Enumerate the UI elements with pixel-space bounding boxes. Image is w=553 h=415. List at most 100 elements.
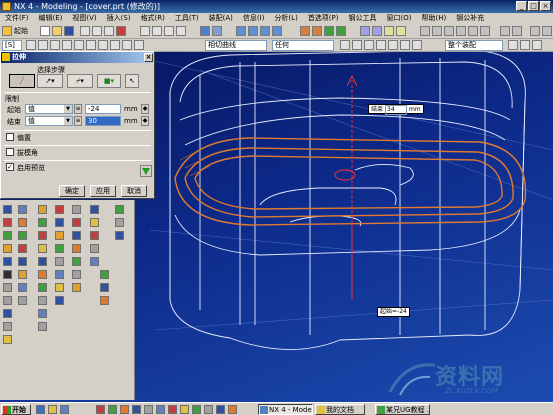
- snap-face-icon[interactable]: [122, 40, 132, 50]
- save-icon[interactable]: [64, 26, 74, 36]
- ok-button[interactable]: 确定: [59, 185, 85, 197]
- filter-j-icon[interactable]: [532, 40, 542, 50]
- palette-icon-22[interactable]: [38, 231, 47, 240]
- menu-mold-tools[interactable]: 钢公工具: [344, 13, 382, 24]
- palette-icon-30[interactable]: [55, 205, 64, 214]
- palette-icon-37[interactable]: [55, 296, 64, 305]
- end-callout-value[interactable]: 34: [385, 105, 408, 115]
- tool-a-icon[interactable]: [420, 26, 430, 36]
- palette-icon-26[interactable]: [38, 283, 47, 292]
- menu-insert[interactable]: 插入(S): [102, 13, 136, 24]
- start-option-select[interactable]: 值 ▼: [25, 104, 73, 114]
- palette-icon-31[interactable]: [55, 218, 64, 227]
- end-option-select[interactable]: 值 ▼: [25, 116, 73, 126]
- quicklaunch-f-icon[interactable]: [156, 405, 165, 414]
- start-icon[interactable]: [2, 26, 12, 36]
- menu-view[interactable]: 视图(V): [67, 13, 101, 24]
- snap-point-icon[interactable]: [38, 40, 48, 50]
- tool-i-icon[interactable]: [530, 26, 540, 36]
- snap-mid-icon[interactable]: [62, 40, 72, 50]
- palette-icon-18[interactable]: [18, 283, 27, 292]
- snap-mode-select[interactable]: 任何: [272, 40, 334, 51]
- rotate-icon[interactable]: [176, 26, 186, 36]
- menu-mold-extras[interactable]: 钢公补充: [451, 13, 489, 24]
- quicklaunch-i-icon[interactable]: [192, 405, 201, 414]
- menu-window[interactable]: 窗口(O): [382, 13, 417, 24]
- zoom-icon[interactable]: [152, 26, 162, 36]
- palette-icon-8[interactable]: [3, 296, 12, 305]
- quicklaunch-d-icon[interactable]: [132, 405, 141, 414]
- tool-h-icon[interactable]: [512, 26, 522, 36]
- blend-icon[interactable]: [324, 26, 334, 36]
- quicklaunch-a-icon[interactable]: [96, 405, 105, 414]
- layer-icon[interactable]: [360, 26, 370, 36]
- menu-assemblies[interactable]: 装配(A): [204, 13, 238, 24]
- draft-checkbox[interactable]: [6, 148, 14, 156]
- quicklaunch-e-icon[interactable]: [144, 405, 153, 414]
- palette-icon-42[interactable]: [72, 257, 81, 266]
- palette-icon-49[interactable]: [90, 257, 99, 266]
- offset-checkbox[interactable]: [6, 133, 14, 141]
- analysis-icon[interactable]: [384, 26, 394, 36]
- tool-j-icon[interactable]: [542, 26, 552, 36]
- end-menu-button[interactable]: ≡: [74, 116, 82, 126]
- close-button[interactable]: ×: [540, 1, 551, 11]
- tool-f-icon[interactable]: [480, 26, 490, 36]
- step-section-button[interactable]: ╱: [9, 74, 35, 88]
- end-value-field[interactable]: 30: [85, 116, 121, 126]
- palette-icon-32[interactable]: [55, 231, 64, 240]
- palette-icon-55[interactable]: [115, 231, 124, 240]
- start-button[interactable]: 开始: [1, 404, 31, 415]
- palette-icon-20[interactable]: [38, 205, 47, 214]
- palette-icon-1[interactable]: [3, 205, 12, 214]
- quicklaunch-l-icon[interactable]: [228, 405, 237, 414]
- new-file-icon[interactable]: [40, 26, 50, 36]
- minimize-button[interactable]: _: [516, 1, 527, 11]
- taskbar-item-nx[interactable]: NX 4 - Modeling ...: [258, 404, 313, 415]
- cancel-button[interactable]: 取消: [121, 185, 147, 197]
- menu-file[interactable]: 文件(F): [0, 13, 34, 24]
- extrude-icon[interactable]: [300, 26, 310, 36]
- palette-icon-46[interactable]: [90, 218, 99, 227]
- revolve-icon[interactable]: [312, 26, 322, 36]
- palette-icon-27[interactable]: [38, 296, 47, 305]
- palette-icon-51[interactable]: [100, 283, 109, 292]
- palette-icon-54[interactable]: [115, 218, 124, 227]
- measure-icon[interactable]: [396, 26, 406, 36]
- palette-icon-7[interactable]: [3, 283, 12, 292]
- palette-icon-43[interactable]: [72, 270, 81, 279]
- menu-format[interactable]: 格式(R): [136, 13, 170, 24]
- copy-icon[interactable]: [104, 26, 114, 36]
- palette-icon-17[interactable]: [18, 270, 27, 279]
- palette-icon-52[interactable]: [100, 296, 109, 305]
- palette-icon-28[interactable]: [38, 309, 47, 318]
- end-spinner-button[interactable]: ◆: [141, 116, 149, 126]
- dialog-close-button[interactable]: ×: [144, 53, 153, 62]
- palette-icon-10[interactable]: [3, 322, 12, 331]
- palette-icon-48[interactable]: [90, 244, 99, 253]
- menu-preferences[interactable]: 首选项(P): [303, 13, 344, 24]
- palette-icon-13[interactable]: [18, 218, 27, 227]
- quicklaunch-j-icon[interactable]: [204, 405, 213, 414]
- filter-select[interactable]: [S]: [2, 40, 22, 51]
- view-front-icon[interactable]: [236, 26, 246, 36]
- filter-c-icon[interactable]: [364, 40, 374, 50]
- quicklaunch-g-icon[interactable]: [168, 405, 177, 414]
- palette-icon-29[interactable]: [38, 322, 47, 331]
- filter-e-icon[interactable]: [388, 40, 398, 50]
- start-value-field[interactable]: -24: [85, 104, 121, 114]
- menu-analysis[interactable]: 分析(L): [269, 13, 302, 24]
- filter-i-icon[interactable]: [520, 40, 530, 50]
- chamfer-icon[interactable]: [336, 26, 346, 36]
- assembly-scope-select[interactable]: 整个装配: [445, 40, 503, 51]
- palette-icon-39[interactable]: [72, 218, 81, 227]
- palette-icon-53[interactable]: [115, 205, 124, 214]
- palette-icon-11[interactable]: [3, 335, 12, 344]
- palette-icon-15[interactable]: [18, 244, 27, 253]
- wireframe-icon[interactable]: [212, 26, 222, 36]
- filter-g-icon[interactable]: [412, 40, 422, 50]
- step-arrow-button[interactable]: ↖: [125, 74, 139, 88]
- palette-icon-21[interactable]: [38, 218, 47, 227]
- curve-rule-select[interactable]: 相切曲线: [205, 40, 267, 51]
- delete-icon[interactable]: [116, 26, 126, 36]
